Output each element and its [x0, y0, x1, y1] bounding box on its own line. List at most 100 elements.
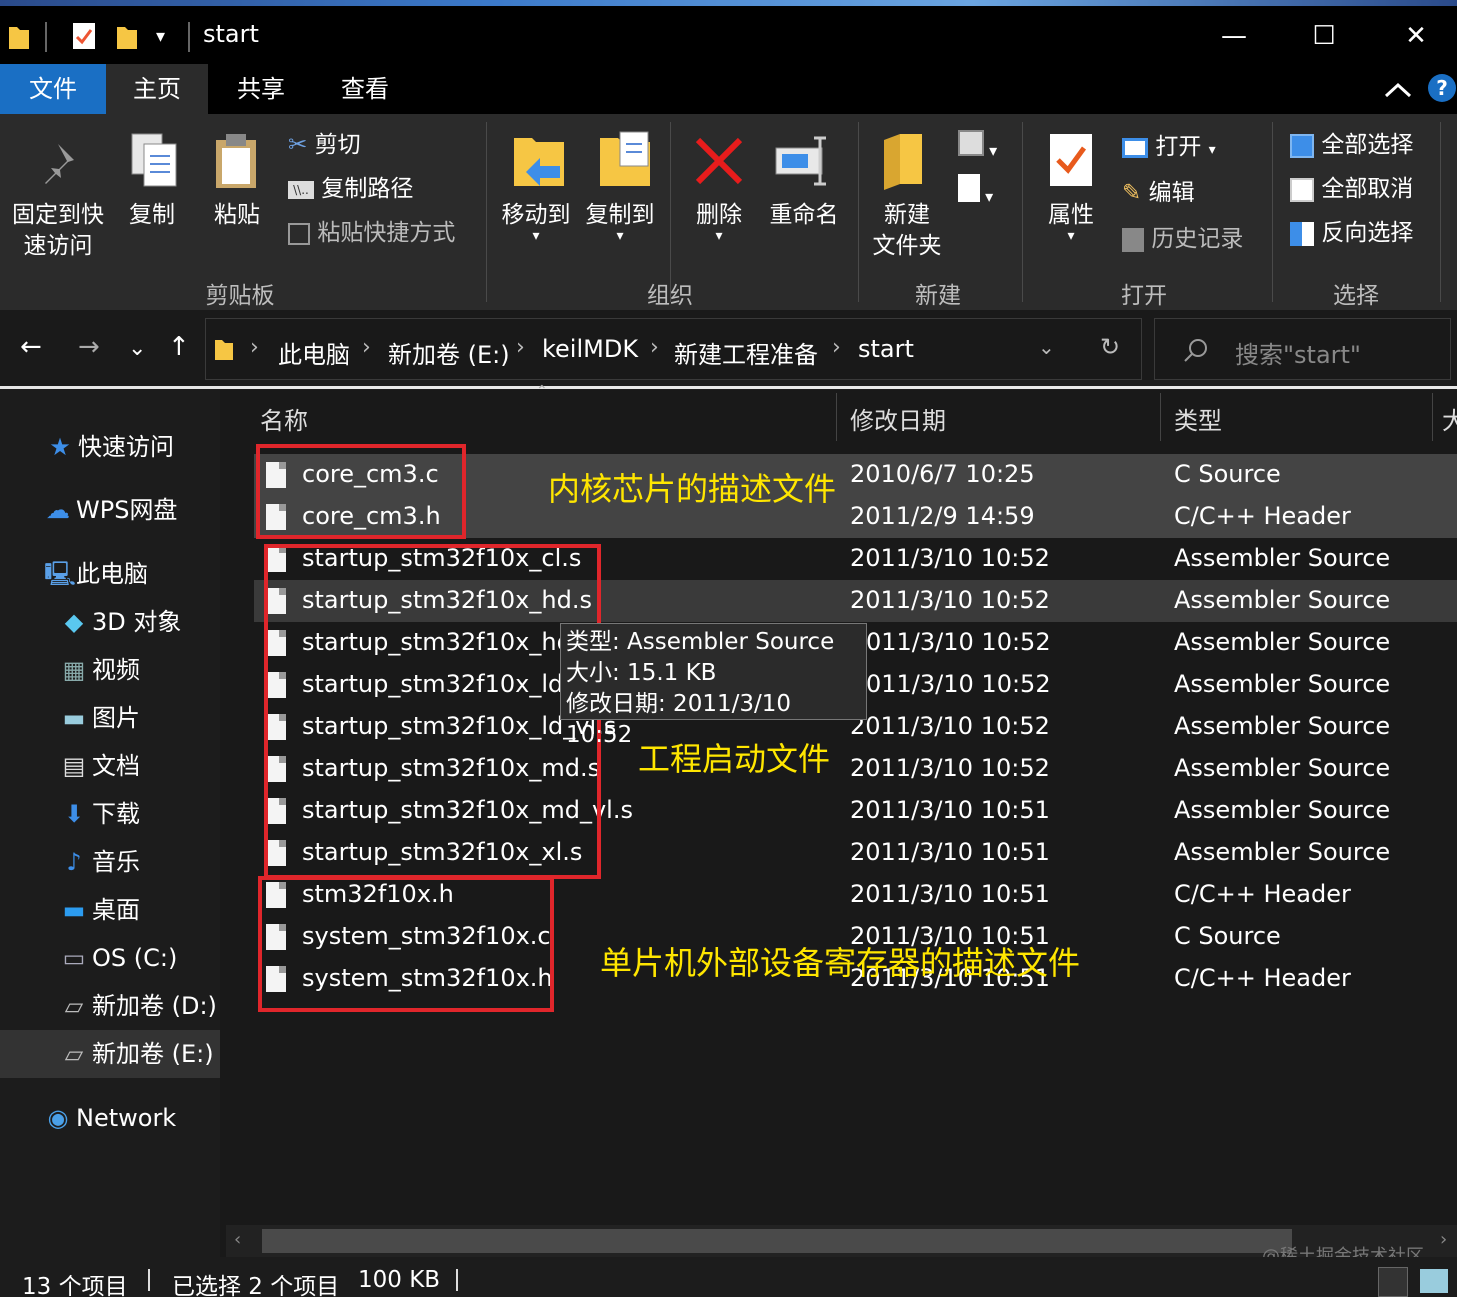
cloud-icon: ☁ [46, 496, 70, 524]
breadcrumb-start[interactable]: start [858, 335, 914, 363]
nav-downloads[interactable]: ⬇ 下载 [60, 792, 140, 836]
file-type: Assembler Source [1174, 712, 1391, 740]
rename-icon [775, 136, 826, 186]
select-none-button[interactable]: 全部取消 [1290, 174, 1413, 204]
paste-shortcut-label: 粘贴快捷方式 [317, 220, 456, 246]
nav-network[interactable]: ◉ Network [44, 1096, 177, 1140]
maximize-button[interactable]: ☐ [1304, 16, 1344, 56]
tab-view[interactable]: 查看 [316, 64, 414, 114]
copy-button[interactable]: 复制 [118, 200, 186, 231]
new-item-button[interactable]: ▾ [958, 130, 997, 160]
breadcrumb-chevron-icon[interactable]: › [362, 335, 371, 360]
column-header-date[interactable]: 修改日期 [850, 401, 946, 436]
paste-shortcut-button[interactable]: 粘贴快捷方式 [288, 218, 455, 248]
breadcrumb-project-prep[interactable]: 新建工程准备 [674, 335, 818, 370]
desktop-icon: ▬ [62, 896, 86, 924]
nav-desktop[interactable]: ▬ 桌面 [60, 888, 140, 932]
tab-home[interactable]: 主页 [106, 64, 208, 114]
new-folder-button[interactable]: 新建 文件夹 [862, 200, 952, 262]
properties-button[interactable]: 属性 ▾ [1036, 200, 1106, 243]
quick-access-divider [45, 22, 47, 52]
rename-button[interactable]: 重命名 [762, 200, 846, 231]
move-to-button[interactable]: 移动到 ▾ [496, 200, 576, 244]
cut-label: 剪切 [314, 132, 361, 158]
select-all-button[interactable]: 全部选择 [1290, 130, 1413, 160]
forward-arrow-icon[interactable]: → [78, 332, 100, 362]
move-to-dropdown-icon: ▾ [532, 228, 540, 244]
history-icon [1122, 227, 1144, 252]
copy-to-button[interactable]: 复制到 ▾ [580, 200, 660, 243]
breadcrumb-chevron-icon[interactable]: › [516, 335, 525, 360]
column-separator[interactable] [836, 393, 837, 441]
column-header-size[interactable]: 大 [1442, 401, 1457, 436]
new-folder-quick-icon[interactable] [116, 24, 138, 50]
breadcrumb-volume-e[interactable]: 新加卷 (E:) [388, 335, 510, 370]
invert-selection-button[interactable]: 反向选择 [1290, 218, 1413, 248]
column-separator[interactable] [1432, 393, 1433, 441]
breadcrumb-chevron-icon[interactable]: › [832, 335, 841, 360]
nav-pictures[interactable]: ▬ 图片 [60, 696, 140, 740]
file-type: Assembler Source [1174, 838, 1391, 866]
breadcrumb-chevron-icon[interactable]: › [250, 335, 259, 360]
address-bar[interactable]: › 此电脑 › 新加卷 (E:) › keilMDK › 新建工程准备 › st… [205, 318, 1142, 380]
nav-os-c[interactable]: ▭ OS (C:) [60, 936, 178, 980]
nav-os-c-label: OS (C:) [92, 944, 178, 972]
scroll-left-icon[interactable]: ‹ [234, 1229, 241, 1250]
help-icon[interactable]: ? [1428, 74, 1456, 102]
navigation-bar: ← → ⌄ ↑ › 此电脑 › 新加卷 (E:) › keilMDK › 新建工… [0, 310, 1457, 390]
nav-this-pc[interactable]: 🖳此电脑 [44, 552, 148, 596]
status-divider [148, 1269, 150, 1291]
minimize-button[interactable]: — [1214, 16, 1254, 56]
copy-path-button[interactable]: \\.. 复制路径 [288, 174, 413, 204]
file-type: C/C++ Header [1174, 880, 1351, 908]
paste-button[interactable]: 粘贴 [204, 200, 270, 231]
tab-file[interactable]: 文件 [0, 64, 106, 114]
large-icons-view-icon[interactable] [1420, 1269, 1448, 1293]
easy-access-button[interactable]: ▾ [958, 174, 993, 206]
details-view-icon[interactable] [1378, 1267, 1408, 1297]
file-type: C Source [1174, 922, 1281, 950]
edit-button[interactable]: ✎ 编辑 [1122, 178, 1195, 208]
nav-wps[interactable]: ☁ WPS网盘 [44, 488, 177, 532]
pin-quick-access-button[interactable]: 固定到快 速访问 [2, 200, 114, 262]
paste-icon [216, 134, 256, 188]
cut-button[interactable]: ✂ 剪切 [288, 130, 361, 160]
scrollbar-thumb[interactable] [262, 1229, 1292, 1253]
nav-3d-objects[interactable]: ◆ 3D 对象 [60, 600, 182, 644]
collapse-ribbon-icon[interactable] [1384, 80, 1412, 100]
open-button[interactable]: 打开 ▾ [1122, 132, 1216, 165]
breadcrumb-keilmdk[interactable]: keilMDK [542, 335, 638, 363]
nav-volume-d[interactable]: ▱ 新加卷 (D:) [60, 984, 217, 1028]
tab-share[interactable]: 共享 [212, 64, 310, 114]
scroll-right-icon[interactable]: › [1440, 1229, 1447, 1250]
up-arrow-icon[interactable]: ↑ [168, 332, 190, 362]
properties-quick-icon[interactable] [72, 22, 96, 50]
nav-music[interactable]: ♪ 音乐 [60, 840, 140, 884]
annotation-box-startup [264, 544, 601, 879]
customize-quick-access-icon[interactable]: ▾ [156, 26, 165, 47]
title-divider [188, 22, 190, 52]
column-header-name[interactable]: 名称 [260, 401, 308, 436]
back-arrow-icon[interactable]: ← [20, 332, 42, 362]
breadcrumb-chevron-icon[interactable]: › [650, 335, 659, 360]
nav-documents[interactable]: ▤ 文档 [60, 744, 140, 788]
recent-locations-icon[interactable]: ⌄ [128, 336, 146, 361]
breadcrumb-this-pc[interactable]: 此电脑 [278, 335, 350, 370]
group-separator [1440, 122, 1441, 302]
search-box[interactable]: 搜索"start" [1154, 318, 1451, 380]
refresh-icon[interactable]: ↻ [1100, 333, 1120, 361]
nav-videos[interactable]: ▦ 视频 [60, 648, 140, 692]
folder-icon[interactable] [8, 24, 30, 50]
copy-path-label: 复制路径 [321, 176, 414, 202]
column-separator[interactable] [1160, 393, 1161, 441]
select-all-label: 全部选择 [1321, 132, 1414, 158]
history-button[interactable]: 历史记录 [1122, 224, 1243, 254]
delete-button[interactable]: 删除 ▾ [688, 200, 750, 243]
nav-volume-e[interactable]: ▱ 新加卷 (E:) [60, 1032, 214, 1076]
file-type: Assembler Source [1174, 544, 1391, 572]
delete-icon [695, 137, 743, 185]
address-history-chevron-icon[interactable]: ⌄ [1038, 335, 1055, 359]
column-header-type[interactable]: 类型 [1174, 401, 1222, 436]
close-button[interactable]: ✕ [1396, 16, 1436, 56]
nav-quick-access[interactable]: ★ 快速访问 [46, 425, 174, 469]
